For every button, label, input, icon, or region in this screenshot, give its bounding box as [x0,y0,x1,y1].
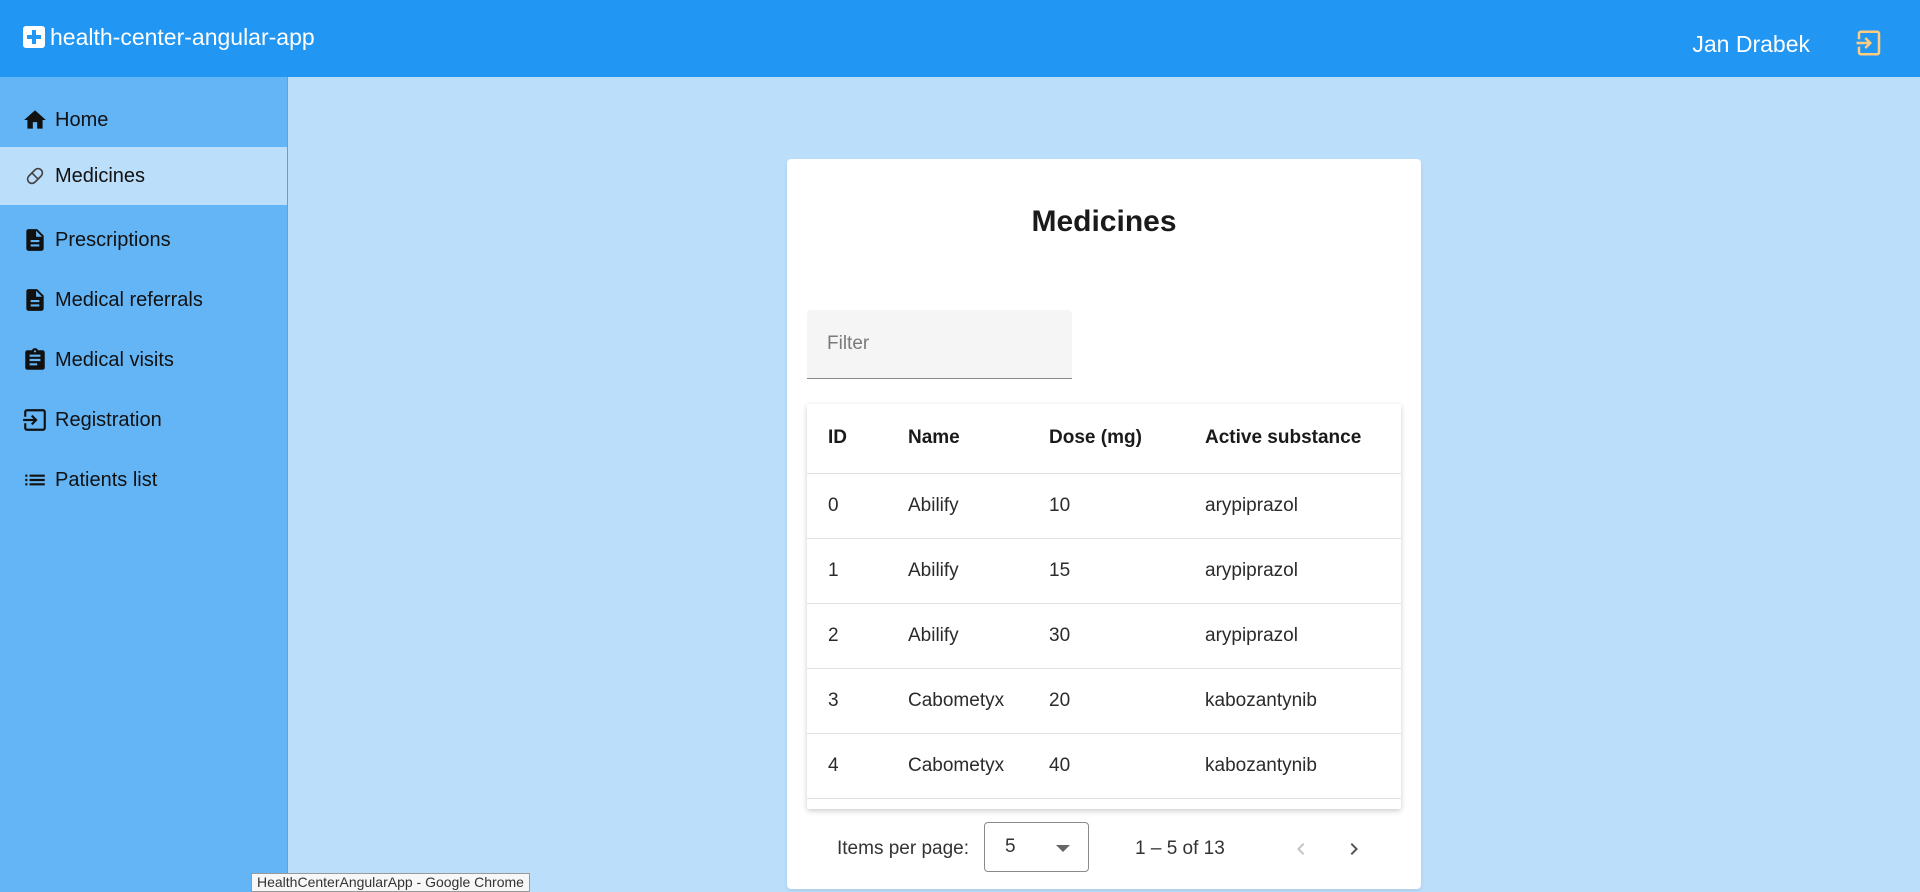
cell-active-substance: arypiprazol [1184,473,1401,539]
page-range-label: 1 – 5 of 13 [1135,838,1225,859]
sidebar-item-label: Prescriptions [55,228,171,251]
next-page-button[interactable] [1336,831,1372,867]
cell-active-substance: kabozantynib [1184,668,1401,734]
column-header-dose: Dose (mg) [1028,404,1184,474]
cell-name: Abilify [887,473,1028,539]
home-icon [24,110,46,129]
medicines-card: Medicines ID Name Dose (mg) Active subst… [787,159,1421,889]
cell-name: Cabometyx [887,733,1028,799]
filter-input[interactable] [807,310,1072,378]
table-row[interactable]: 4 Cabometyx 40 kabozantynib [807,733,1401,799]
cell-name: Abilify [887,603,1028,669]
chevron-left-icon [1297,843,1305,855]
cell-id: 0 [807,473,887,539]
sidebar-item-label: Medicines [55,164,146,187]
paginator: Items per page: 5 1 – 5 of 13 [807,809,1401,889]
app-brand[interactable]: health-center-angular-app [22,24,315,50]
cell-id: 3 [807,668,887,734]
cell-id: 1 [807,538,887,604]
cell-dose: 30 [1028,603,1184,669]
cell-active-substance: arypiprazol [1184,538,1401,604]
previous-page-button[interactable] [1283,831,1319,867]
table-row[interactable]: 1 Abilify 15 arypiprazol [807,538,1401,604]
cell-dose: 20 [1028,668,1184,734]
column-header-id: ID [807,404,887,474]
cell-active-substance: kabozantynib [1184,733,1401,799]
cell-name: Cabometyx [887,668,1028,734]
sidebar-item-medical-visits[interactable]: Medical visits [0,331,287,389]
items-per-page-select[interactable]: 5 [984,822,1089,872]
sidebar-nav: Home Medicines Prescriptions Medical ref… [0,77,288,892]
cell-id: 2 [807,603,887,669]
pill-icon [26,167,44,185]
page-title: Medicines [1031,205,1177,238]
column-header-active-substance: Active substance [1184,404,1401,474]
sidebar-item-label: Home [55,108,109,131]
cell-dose: 40 [1028,733,1184,799]
sidebar-item-prescriptions[interactable]: Prescriptions [0,211,287,269]
column-header-name: Name [887,404,1028,474]
sidebar-item-label: Patients list [55,468,158,491]
window-tooltip: HealthCenterAngularApp - Google Chrome [251,873,530,892]
medicines-table: ID Name Dose (mg) Active substance 0 Abi… [807,404,1401,809]
dropdown-arrow-icon [1056,845,1070,852]
filter-field[interactable] [807,310,1072,379]
chevron-right-icon [1350,843,1358,855]
description-icon [26,229,44,251]
cell-dose: 15 [1028,538,1184,604]
app-title: health-center-angular-app [50,24,315,50]
login-icon [22,409,46,431]
table-row[interactable]: 2 Abilify 30 arypiprazol [807,603,1401,669]
items-per-page-label: Items per page: [837,838,970,859]
table-row[interactable]: 0 Abilify 10 arypiprazol [807,473,1401,539]
assignment-icon [25,348,45,370]
plus-box-icon [23,26,45,48]
cell-name: Abilify [887,538,1028,604]
sidebar-item-medicines[interactable]: Medicines [0,147,287,205]
top-toolbar: health-center-angular-app Jan Drabek [0,0,1920,77]
sidebar-item-label: Medical visits [55,348,174,371]
list-icon [25,474,45,486]
sidebar-item-medical-referrals[interactable]: Medical referrals [0,271,287,329]
cell-active-substance: arypiprazol [1184,603,1401,669]
logout-icon[interactable] [1854,28,1884,58]
description-icon [26,289,44,311]
cell-id: 4 [807,733,887,799]
user-name: Jan Drabek [1692,31,1810,57]
sidebar-item-patients-list[interactable]: Patients list [0,451,287,509]
sidebar-item-registration[interactable]: Registration [0,391,287,449]
table-header-row: ID Name Dose (mg) Active substance [807,404,1401,474]
sidebar-item-label: Registration [55,408,162,431]
sidebar-item-home[interactable]: Home [0,91,287,149]
sidebar-item-label: Medical referrals [55,288,203,311]
table-row[interactable]: 3 Cabometyx 20 kabozantynib [807,668,1401,734]
items-per-page-value: 5 [1005,836,1016,857]
cell-dose: 10 [1028,473,1184,539]
